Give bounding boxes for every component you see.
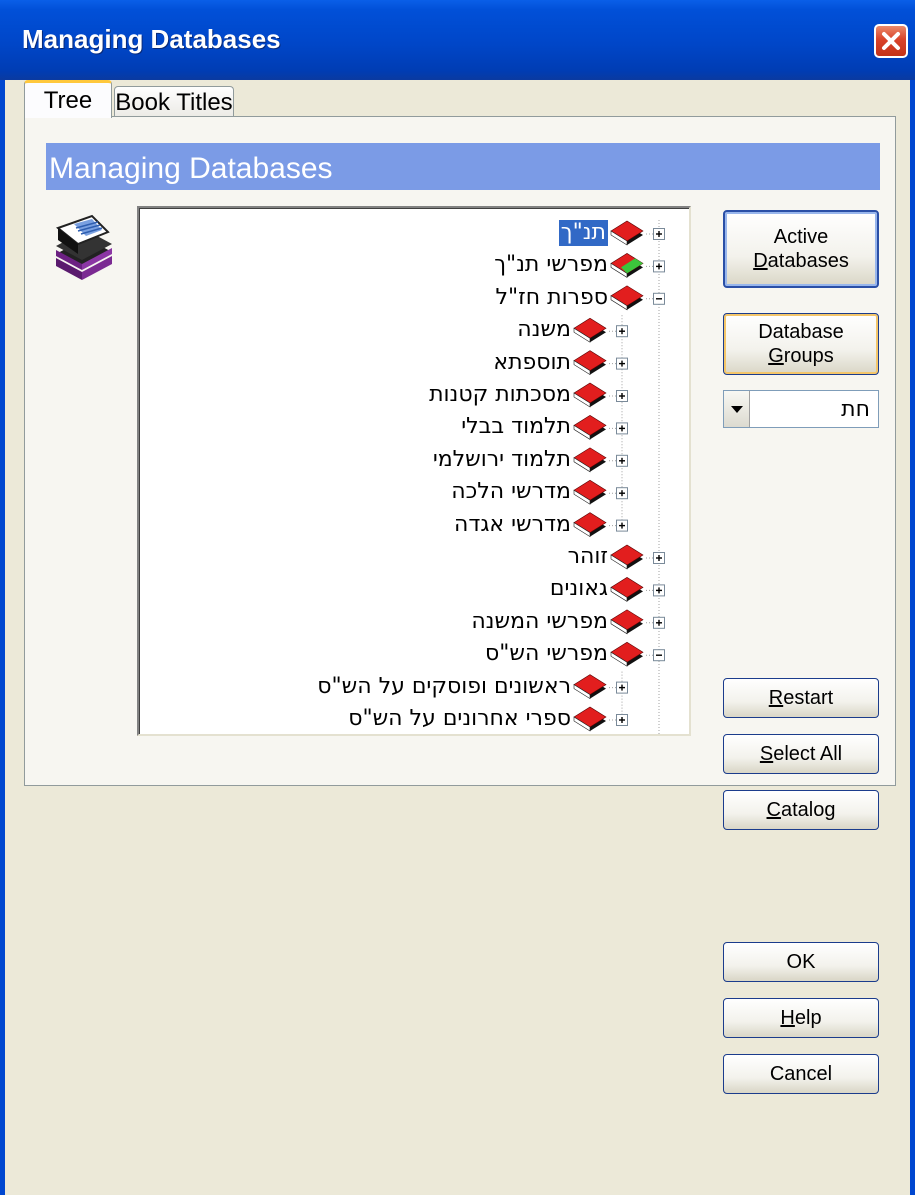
book-icon [610,253,644,278]
expand-icon[interactable] [616,487,628,500]
book-icon [610,544,644,570]
expand-icon[interactable] [616,422,628,435]
active-databases-mnemonic: D [753,250,768,272]
tree-item-label[interactable]: מפרשי תנ"ך [494,252,608,278]
chevron-down-icon [731,406,743,413]
select-all-button[interactable]: Select All [723,734,879,774]
book-icon [573,350,607,376]
tree-item-label[interactable]: תנ"ך [558,220,608,246]
database-groups-label-2: roups [783,345,834,367]
database-groups-mnemonic: G [768,345,784,367]
help-mnemonic: H [780,1007,795,1029]
tree-item-label[interactable]: תלמוד בבלי [461,414,571,440]
tree-item-label[interactable]: תלמוד ירושלמי [433,447,571,473]
active-databases-label-2: atabases [767,250,849,272]
tab-book-titles[interactable]: Book Titles [114,86,234,116]
book-icon [573,674,607,700]
collapse-icon[interactable] [653,292,665,305]
expand-icon[interactable] [616,325,628,338]
ok-button[interactable]: OK [723,942,879,982]
expand-icon[interactable] [616,390,628,402]
book-icon [573,415,607,440]
expand-icon[interactable] [616,519,628,532]
book-icon [610,285,644,311]
cancel-label: Cancel [769,1063,833,1085]
tree-item-label[interactable]: משנה [517,317,571,343]
expand-icon[interactable] [653,552,665,564]
expand-icon[interactable] [653,260,665,273]
book-icon [610,220,644,246]
database-groups-label-1: Database [758,321,844,343]
tree-item-label[interactable]: ראשונים ופוסקים על הש"ס [317,674,571,700]
databases-icon [55,214,112,280]
book-icon [573,706,607,732]
expand-icon[interactable] [653,616,665,629]
cancel-button[interactable]: Cancel [723,1054,879,1094]
book-icon [573,447,607,473]
book-icon [573,479,607,505]
tab-tree[interactable]: Tree [24,80,112,118]
restart-label: estart [783,687,834,709]
database-groups-button[interactable]: Database Groups [723,313,879,375]
book-icon [573,382,607,408]
restart-mnemonic: R [768,687,784,709]
select-all-mnemonic: S [759,743,774,765]
ok-label: OK [786,951,816,973]
window-title: Managing Databases [22,24,281,54]
book-icon [573,317,607,343]
tree-item-label[interactable]: ספרי אחרונים על הש"ס [348,706,571,732]
tree-item-label[interactable]: תוספתא [493,350,571,376]
catalog-button[interactable]: Catalog [723,790,879,830]
help-button[interactable]: Help [723,998,879,1038]
expand-icon[interactable] [653,228,665,240]
close-icon [882,32,900,50]
select-all-label: elect All [773,743,843,765]
book-icon [610,609,644,635]
tree-item-label[interactable]: מפרשי המשנה [471,609,608,635]
expand-icon[interactable] [616,454,628,467]
tree-item-label[interactable]: מדרשי הלכה [451,479,571,505]
collapse-icon[interactable] [653,649,665,662]
tree-item-label[interactable]: ספרות חז"ל [496,285,609,311]
expand-icon[interactable] [616,714,628,726]
expand-icon[interactable] [616,357,628,370]
help-label: elp [794,1007,822,1029]
close-button[interactable] [874,24,908,58]
catalog-label: atalog [780,799,836,821]
group-select[interactable]: חת [723,390,879,428]
book-icon [610,641,644,667]
expand-icon[interactable] [616,681,628,694]
book-icon [573,512,607,538]
group-select-value: חת [841,397,870,422]
tree-item-label[interactable]: מדרשי אגדה [454,512,571,538]
book-icon [610,577,644,602]
tree-item-label[interactable]: מסכתות קטנות [429,382,571,408]
database-tree[interactable]: תנ"ך מפרשי תנ"ך ספרות חז"ל משנה תוספתא מסכתות… [137,206,691,736]
tree-item-label[interactable]: זוהר [568,544,608,570]
active-databases-button[interactable]: Active Databases [723,210,879,288]
dropdown-button[interactable] [724,391,750,427]
active-databases-label-1: Active [773,226,829,248]
panel-header-title: Managing Databases [49,152,333,185]
tree-item-label[interactable]: מפרשי הש"ס [485,641,608,667]
expand-icon[interactable] [653,584,665,597]
catalog-mnemonic: C [766,799,781,821]
tree-item-label[interactable]: גאונים [550,576,608,602]
restart-button[interactable]: Restart [723,678,879,718]
